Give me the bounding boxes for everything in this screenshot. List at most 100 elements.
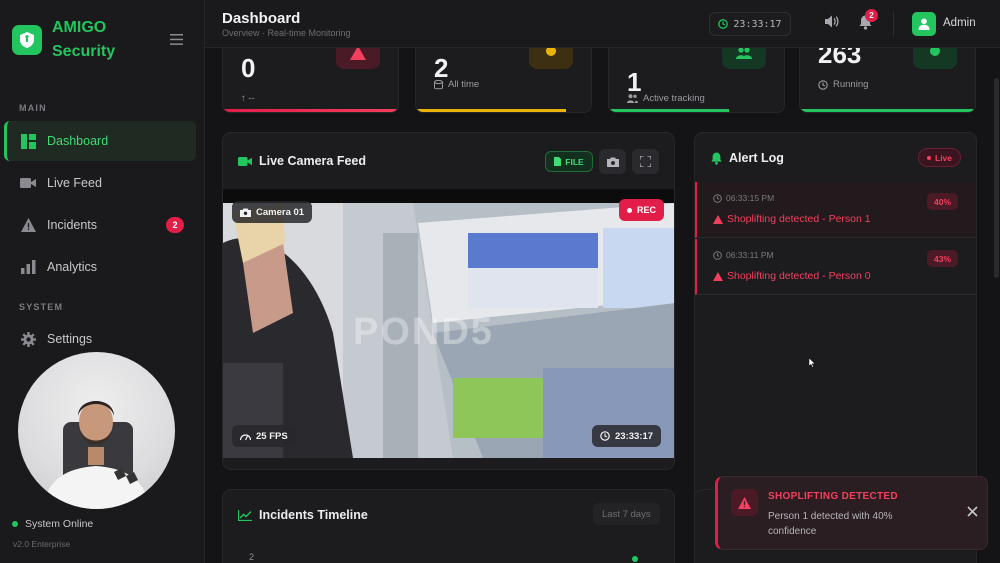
clock-icon — [718, 19, 729, 29]
video-icon — [20, 175, 36, 191]
clock-icon — [818, 79, 828, 90]
system-status-text: System Online — [25, 518, 94, 530]
user-name[interactable]: Admin — [943, 17, 976, 29]
sidebar-item-incidents[interactable]: Incidents 2 — [4, 205, 196, 245]
page-subtitle: Overview · Real-time Monitoring — [222, 28, 351, 38]
sidebar-item-label: Settings — [47, 332, 93, 346]
mouse-cursor-icon — [808, 355, 816, 373]
alert-time: 06:33:15 PM — [713, 193, 774, 203]
stat-accent-bar — [223, 109, 398, 112]
file-icon — [554, 157, 562, 166]
sidebar-item-label: Incidents — [47, 218, 98, 232]
header-clock: 23:33:17 — [709, 12, 791, 36]
close-icon[interactable] — [967, 506, 978, 517]
brand-name-line1: AMIGO — [52, 19, 107, 36]
brand[interactable]: AMIGO Security — [12, 16, 115, 64]
users-icon — [722, 48, 766, 69]
users-icon — [627, 94, 638, 103]
sidebar-item-analytics[interactable]: Analytics — [4, 247, 196, 287]
shield-icon — [12, 25, 42, 55]
video-icon — [238, 156, 252, 167]
sidebar-item-label: Dashboard — [47, 134, 109, 148]
sidebar: AMIGO Security MAIN Dashboard Live Feed … — [0, 0, 205, 563]
toast-notification: SHOPLIFTING DETECTED Person 1 detected w… — [715, 476, 988, 550]
stat-subtext: Running — [818, 79, 868, 90]
stat-value: 0 — [241, 53, 256, 83]
alert-list-item[interactable]: 06:33:15 PM Shoplifting detected - Perso… — [695, 182, 976, 238]
scrollbar[interactable] — [994, 78, 999, 278]
stat-accent-bar — [800, 109, 975, 112]
bar-chart-icon — [20, 259, 36, 275]
fps-tag: 25 FPS — [232, 425, 296, 447]
timeline-title: Incidents Timeline — [238, 508, 368, 522]
alert-log-panel: Alert Log Live 06:33:15 PM Shoplifting d… — [694, 132, 977, 518]
camera-panel: Live Camera Feed FILE Camera 01 REC POND… — [222, 132, 675, 470]
date-range-selector[interactable]: Last 7 days — [593, 503, 660, 525]
sidebar-item-dashboard[interactable]: Dashboard — [4, 121, 196, 161]
trophy-icon — [529, 48, 573, 69]
hamburger-menu-icon[interactable] — [170, 32, 183, 50]
stat-accent-bar — [416, 109, 566, 112]
camera-name-tag: Camera 01 — [232, 201, 313, 223]
line-chart-icon — [238, 509, 252, 521]
activity-icon — [913, 48, 957, 69]
header-divider — [893, 12, 894, 36]
chart-data-point — [632, 556, 638, 562]
stat-subtext: All time — [434, 79, 479, 90]
warning-icon — [713, 214, 723, 224]
expand-icon — [640, 156, 651, 167]
brand-name-line2: Security — [52, 43, 116, 60]
alert-list-item[interactable]: 06:33:11 PM Shoplifting detected - Perso… — [695, 239, 976, 295]
stat-subtext: ↑ -- — [241, 93, 255, 104]
status-dot-icon — [12, 521, 18, 527]
speedometer-icon — [240, 432, 251, 441]
stat-card-frames: 263 Running — [799, 48, 976, 113]
camera-video-feed[interactable]: Camera 01 REC POND5 25 FPS 23:33:17 — [223, 189, 674, 458]
toast-message: Person 1 detected with 40% confidence — [768, 511, 893, 537]
stat-card-today: 0 ↑ -- — [222, 48, 399, 113]
stat-value: 263 — [818, 48, 862, 69]
top-header: Dashboard Overview · Real-time Monitorin… — [205, 0, 1000, 48]
clock-text: 23:33:17 — [733, 18, 782, 30]
system-status: System Online — [12, 518, 93, 530]
warning-icon — [20, 217, 36, 233]
live-badge: Live — [918, 148, 962, 167]
warning-icon — [731, 489, 758, 516]
avatar[interactable] — [912, 12, 936, 36]
webcam-overlay-image — [18, 352, 175, 509]
rec-dot-icon — [627, 207, 632, 213]
stat-card-persons: 1 Active tracking — [608, 48, 785, 113]
y-axis-tick: 2 — [249, 552, 255, 562]
confidence-badge: 40% — [927, 193, 959, 210]
version-text: v2.0 Enterprise — [13, 539, 71, 549]
snapshot-button[interactable] — [599, 149, 626, 174]
sidebar-item-live-feed[interactable]: Live Feed — [4, 163, 196, 203]
clock-icon — [600, 431, 610, 441]
alert-message: Shoplifting detected - Person 0 — [713, 270, 871, 282]
alert-time: 06:33:11 PM — [713, 250, 774, 260]
bell-icon — [711, 152, 722, 165]
section-label-system: SYSTEM — [19, 302, 64, 312]
clock-icon — [713, 250, 722, 260]
recording-indicator: REC — [619, 199, 665, 221]
notification-badge: 2 — [865, 9, 878, 22]
video-timestamp-tag: 23:33:17 — [592, 425, 662, 447]
sidebar-item-label: Analytics — [47, 260, 98, 274]
confidence-badge: 43% — [927, 250, 959, 267]
section-label-main: MAIN — [19, 103, 47, 113]
stat-accent-bar — [609, 109, 729, 112]
warning-icon — [713, 271, 723, 281]
alert-message: Shoplifting detected - Person 1 — [713, 213, 871, 225]
camera-icon — [606, 157, 619, 167]
toast-title: SHOPLIFTING DETECTED — [768, 491, 898, 502]
stat-card-total: 2 All time — [415, 48, 592, 113]
alert-log-title: Alert Log — [711, 151, 784, 165]
database-icon — [434, 79, 443, 90]
app-root: AMIGO Security MAIN Dashboard Live Feed … — [0, 0, 1000, 563]
incidents-timeline-panel: Incidents Timeline Last 7 days 2 — [222, 489, 675, 563]
volume-icon[interactable] — [825, 15, 839, 33]
video-watermark: POND5 — [353, 311, 494, 353]
file-upload-button[interactable]: FILE — [545, 151, 593, 172]
fullscreen-button[interactable] — [632, 149, 659, 174]
camera-panel-title: Live Camera Feed — [238, 154, 366, 168]
